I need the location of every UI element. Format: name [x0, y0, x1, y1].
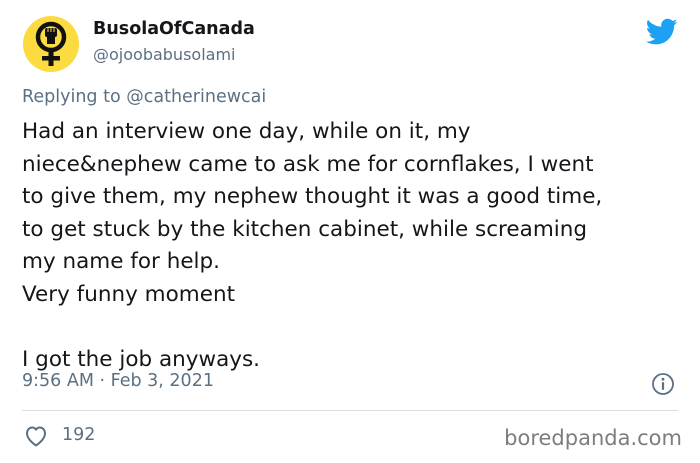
watermark: boredpanda.com — [504, 426, 682, 450]
replying-to-handle-link[interactable]: @catherinewcai — [126, 87, 266, 107]
divider — [22, 410, 678, 411]
avatar[interactable] — [23, 16, 79, 72]
tweet-body-line: Very funny moment — [22, 281, 235, 307]
display-name[interactable]: BusolaOfCanada — [93, 19, 255, 39]
tweet-timestamp[interactable]: 9:56 AM · Feb 3, 2021 — [22, 371, 214, 391]
replying-to-label: Replying to — [22, 87, 127, 107]
tweet-body-line: to get stuck by the kitchen cabinet, whi… — [22, 216, 588, 242]
tweet-body: Had an interview one day, while on it, m… — [22, 116, 692, 377]
tweet-card: BusolaOfCanada @ojoobabusolami Replying … — [0, 0, 700, 463]
twitter-bird-icon[interactable] — [646, 18, 678, 46]
tweet-body-line — [22, 312, 692, 345]
replying-to: Replying to @catherinewcai — [22, 87, 266, 107]
tweet-body-line: to give them, my nephew thought it was a… — [22, 184, 603, 210]
raised-fist-female-symbol-icon — [35, 21, 67, 66]
user-handle[interactable]: @ojoobabusolami — [93, 45, 235, 64]
tweet-body-line: Had an interview one day, while on it, m… — [22, 119, 471, 144]
tweet-body-line: niece&nephew came to ask me for cornflak… — [22, 151, 594, 177]
tweet-body-line: my name for help. — [22, 249, 221, 275]
heart-icon[interactable] — [24, 425, 48, 447]
like-count[interactable]: 192 — [62, 425, 95, 445]
info-icon[interactable] — [651, 372, 675, 396]
